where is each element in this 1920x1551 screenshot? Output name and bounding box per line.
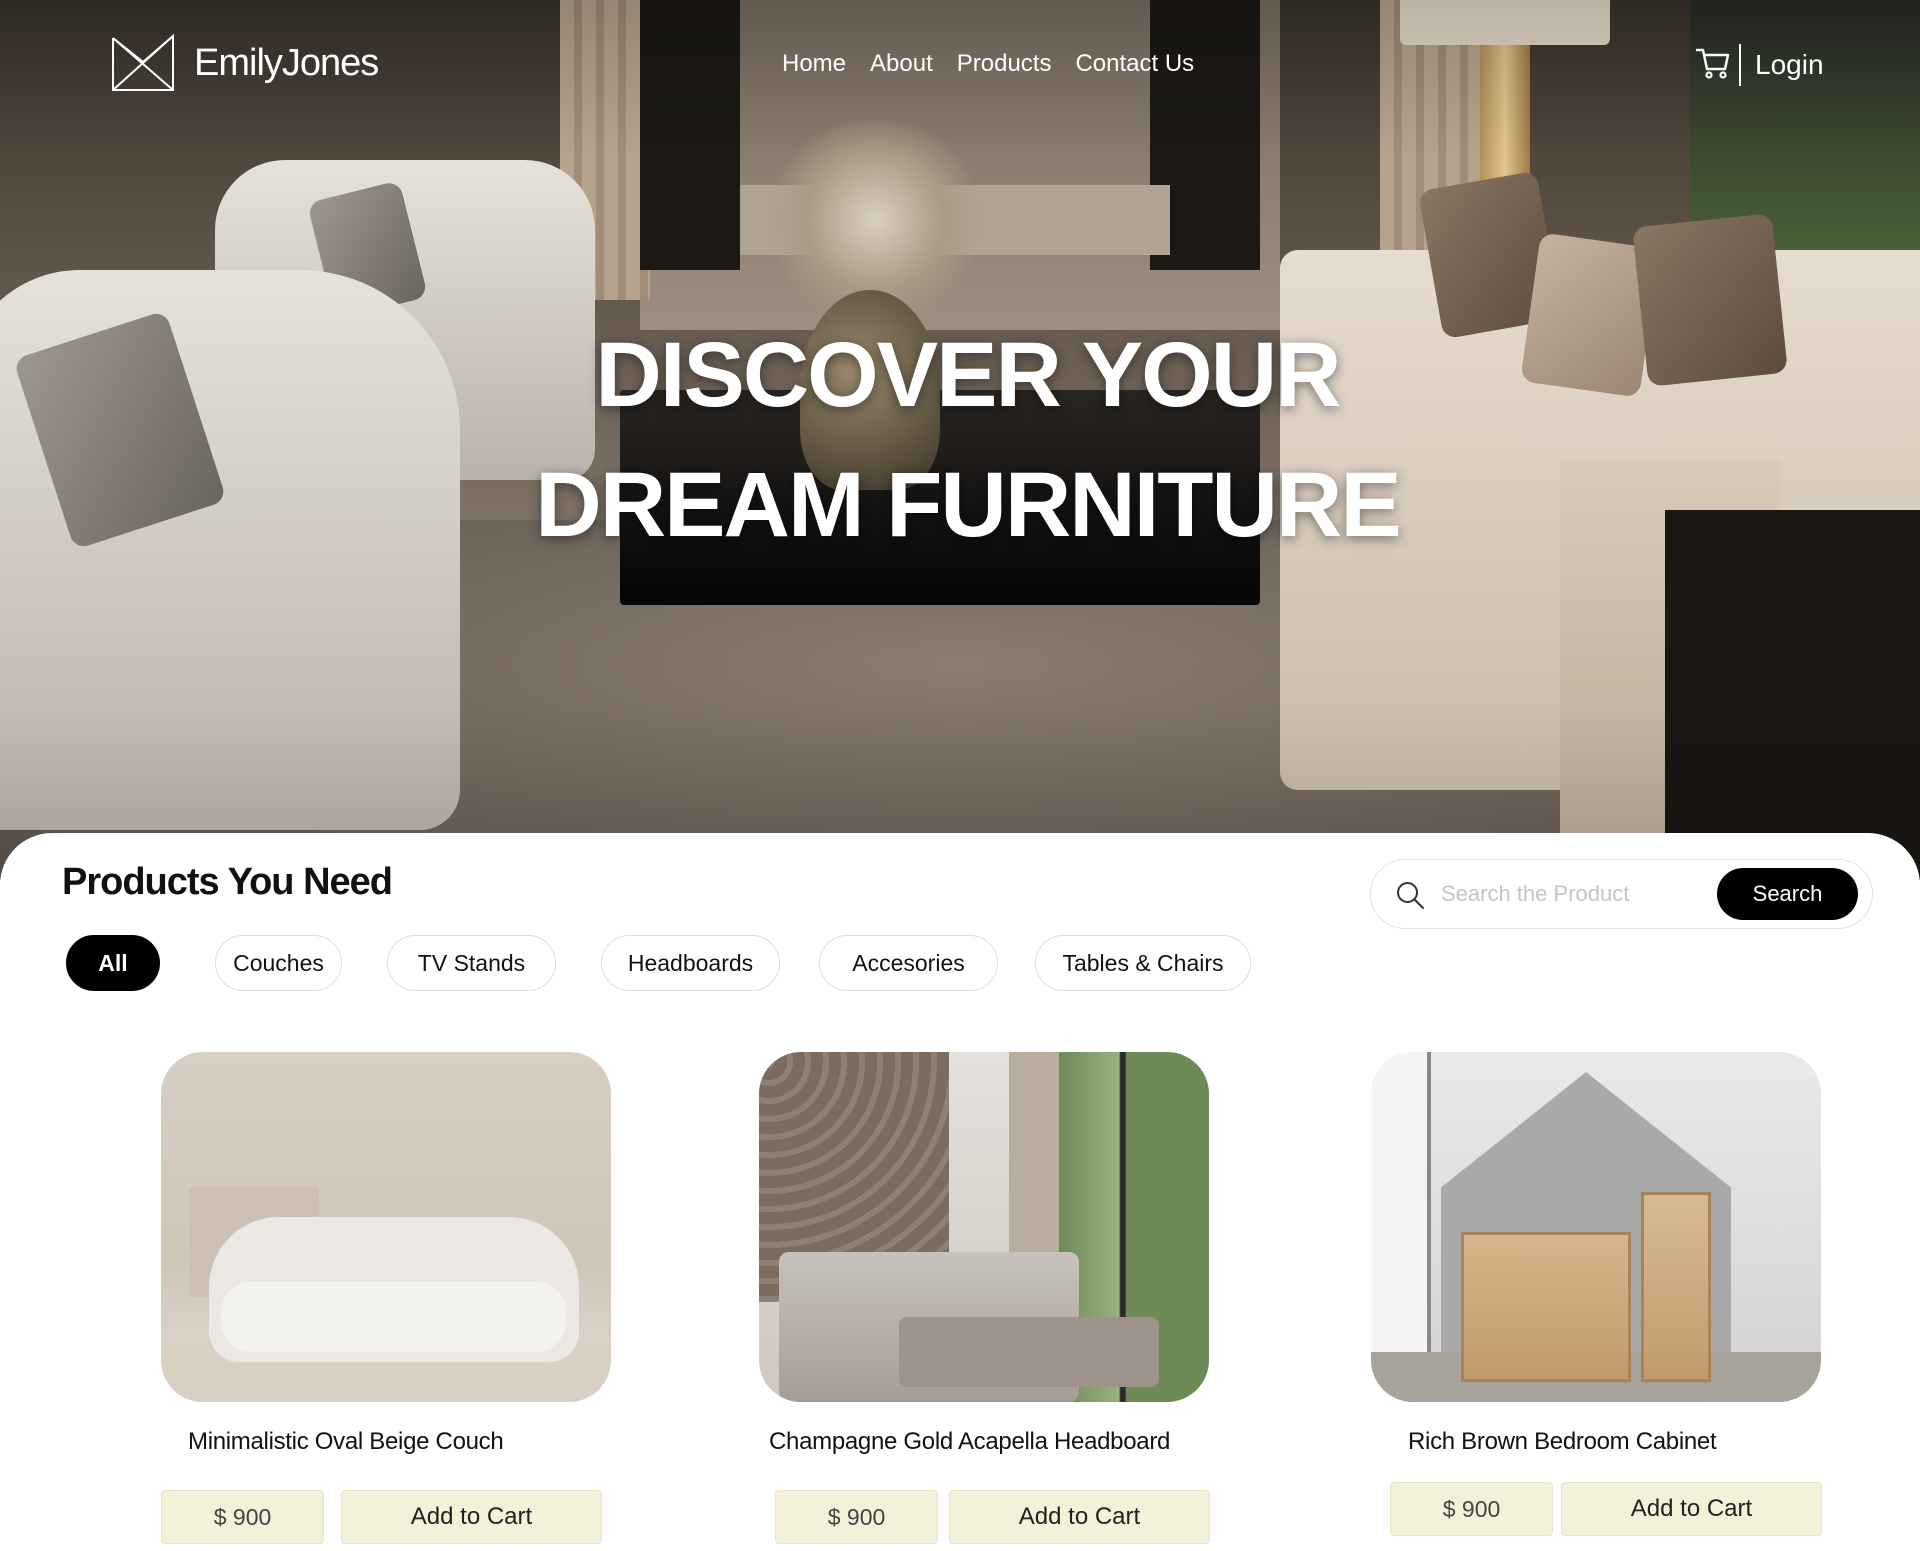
search-input[interactable] [1441, 874, 1701, 914]
add-to-cart-button[interactable]: Add to Cart [341, 1490, 602, 1544]
filter-tv-stands[interactable]: TV Stands [387, 935, 556, 991]
nav-contact[interactable]: Contact Us [1075, 50, 1194, 78]
image-cabinet-tall [1641, 1192, 1711, 1382]
section-title: Products You Need [62, 861, 393, 903]
nav-divider [1739, 44, 1741, 86]
filter-all[interactable]: All [66, 935, 160, 991]
hero-title-line2: DREAM FURNITURE [535, 454, 1401, 556]
main-nav: Home About Products Contact Us [782, 50, 1194, 78]
product-image[interactable] [161, 1052, 611, 1402]
hero-title: DISCOVER YOUR DREAM FURNITURE [0, 310, 1920, 570]
image-cabinet [1461, 1232, 1631, 1382]
filter-tables-chairs[interactable]: Tables & Chairs [1035, 935, 1251, 991]
login-link[interactable]: Login [1755, 49, 1824, 81]
product-image[interactable] [759, 1052, 1209, 1402]
search-button[interactable]: Search [1717, 868, 1858, 920]
product-name[interactable]: Minimalistic Oval Beige Couch [188, 1428, 504, 1456]
product-image[interactable] [1371, 1052, 1821, 1402]
image-bench [899, 1317, 1159, 1387]
search-icon [1397, 882, 1424, 909]
image-window [1371, 1052, 1431, 1402]
nav-home[interactable]: Home [782, 50, 846, 78]
filter-accesories[interactable]: Accesories [819, 935, 998, 991]
product-card[interactable]: Champagne Gold Acapella Headboard $ 900 … [759, 1052, 1210, 1544]
product-card[interactable]: Minimalistic Oval Beige Couch $ 900 Add … [161, 1052, 611, 1544]
product-price: $ 900 [775, 1490, 938, 1544]
filter-headboards[interactable]: Headboards [601, 935, 780, 991]
brand-name: EmilyJones [194, 41, 379, 84]
brand-logo[interactable]: EmilyJones [110, 32, 379, 94]
emilyjones-logo-icon [112, 33, 174, 91]
add-to-cart-button[interactable]: Add to Cart [1561, 1482, 1822, 1536]
search-bar: Search [1370, 859, 1873, 929]
cart-icon[interactable] [1695, 45, 1731, 86]
hero-banner: EmilyJones Home About Products Contact U… [0, 0, 1920, 880]
product-price: $ 900 [1390, 1482, 1553, 1536]
nav-about[interactable]: About [870, 50, 933, 78]
add-to-cart-button[interactable]: Add to Cart [949, 1490, 1210, 1544]
filter-couches[interactable]: Couches [215, 935, 342, 991]
product-price: $ 900 [161, 1490, 324, 1544]
product-name[interactable]: Rich Brown Bedroom Cabinet [1408, 1428, 1717, 1456]
image-couch-seat [221, 1282, 566, 1352]
nav-actions: Login [1695, 44, 1824, 86]
product-card[interactable]: Rich Brown Bedroom Cabinet $ 900 Add to … [1371, 1052, 1822, 1536]
product-name[interactable]: Champagne Gold Acapella Headboard [769, 1428, 1170, 1456]
nav-products[interactable]: Products [957, 50, 1052, 78]
hero-title-line1: DISCOVER YOUR [595, 324, 1341, 426]
